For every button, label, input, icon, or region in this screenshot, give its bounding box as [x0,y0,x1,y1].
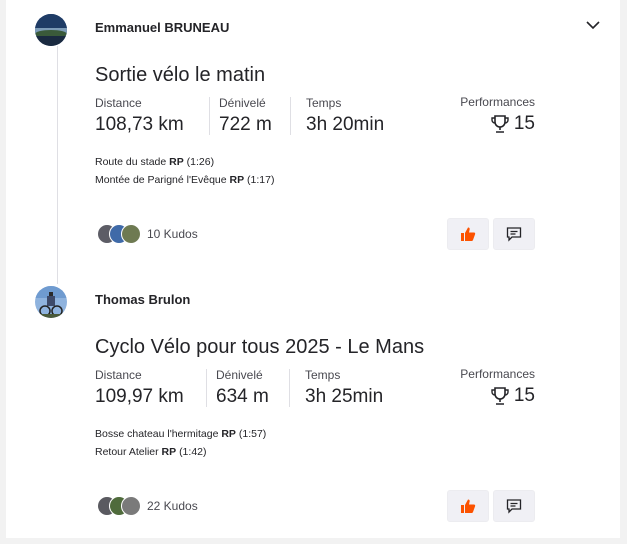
performances-value: 15 [513,385,535,406]
stat-label: Dénivelé [216,368,263,382]
kudo-button[interactable] [447,490,489,522]
activity-title[interactable]: Cyclo Vélo pour tous 2025 - Le Mans [95,336,424,359]
stat-value: 109,97 km [95,386,184,407]
thumbs-up-icon [461,227,476,241]
activity-title[interactable]: Sortie vélo le matin [95,64,265,87]
comment-button[interactable] [493,490,535,522]
divider [206,369,207,407]
segment-effort[interactable]: Route du stade RP (1:26) [95,156,214,168]
performances-label: Performances [460,95,535,109]
segment-badge: RP [161,446,177,458]
kudoer-avatar [121,496,141,516]
segment-badge: RP [169,156,184,168]
segment-time: (1:57) [238,428,267,440]
comment-button[interactable] [493,218,535,250]
divider [209,97,210,135]
stat-label: Temps [306,96,342,110]
feed-card: Emmanuel BRUNEAU Sortie vélo le matin Di… [6,0,620,538]
stat-value: 3h 25min [305,386,384,407]
athlete-avatar[interactable] [35,286,67,318]
athlete-name[interactable]: Emmanuel BRUNEAU [95,20,229,35]
trophy-icon [491,387,509,405]
stat-label: Distance [95,368,142,382]
segment-time: (1:17) [247,174,275,186]
segment-name: Retour Atelier [95,446,159,458]
trophy-icon [491,115,509,133]
performances-label: Performances [460,367,535,381]
divider [290,97,291,135]
athlete-avatar[interactable] [35,14,67,46]
stat-label: Dénivelé [219,96,266,110]
kudos-count[interactable]: 22 Kudos [147,499,198,513]
stat-label: Distance [95,96,142,110]
stat-distance: Distance 108,73 km [95,96,184,136]
segment-badge: RP [221,428,236,440]
segment-effort[interactable]: Retour Atelier RP (1:42) [95,446,207,458]
performances: Performances 15 [436,367,535,407]
segment-badge: RP [229,174,245,186]
segment-time: (1:26) [186,156,215,168]
chevron-down-icon[interactable] [584,18,602,32]
stat-elevation: Dénivelé 634 m [216,368,269,408]
segment-time: (1:42) [179,446,207,458]
athlete-name[interactable]: Thomas Brulon [95,292,190,307]
stat-label: Temps [305,368,341,382]
segment-name: Route du stade [95,156,167,168]
segment-effort[interactable]: Montée de Parigné l'Evêque RP (1:17) [95,174,274,186]
segment-name: Montée de Parigné l'Evêque [95,174,227,186]
segment-effort[interactable]: Bosse chateau l'hermitage RP (1:57) [95,428,266,440]
stat-value: 722 m [219,114,272,135]
stat-value: 108,73 km [95,114,184,135]
divider [289,369,290,407]
kudoer-avatar [121,224,141,244]
stat-value: 3h 20min [306,114,385,135]
kudos-row[interactable]: 22 Kudos [97,496,198,516]
stat-elevation: Dénivelé 722 m [219,96,272,136]
stat-time: Temps 3h 25min [305,368,383,408]
kudo-button[interactable] [447,218,489,250]
timeline-line [57,46,58,284]
stat-distance: Distance 109,97 km [95,368,184,408]
performances-value: 15 [513,113,535,134]
comment-icon [506,499,522,514]
thumbs-up-icon [461,499,476,513]
comment-icon [506,227,522,242]
stat-time: Temps 3h 20min [306,96,384,136]
performances: Performances 15 [436,95,535,135]
kudos-row[interactable]: 10 Kudos [97,224,198,244]
stat-value: 634 m [216,386,269,407]
segment-name: Bosse chateau l'hermitage [95,428,219,440]
kudos-count[interactable]: 10 Kudos [147,227,198,241]
